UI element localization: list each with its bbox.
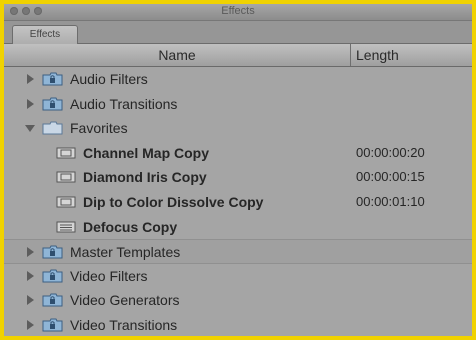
effects-list: Audio Filters Audio Transitions Favorite… xyxy=(4,67,472,336)
item-length: 00:00:00:15 xyxy=(356,169,425,185)
locked-folder-icon xyxy=(42,97,63,111)
disclosure-triangle-icon[interactable] xyxy=(27,319,34,330)
list-item-label: Video Transitions xyxy=(70,316,178,333)
list-item-channel-map-copy[interactable]: Channel Map Copy 00:00:00:20 xyxy=(4,141,472,166)
list-item-label: Audio Transitions xyxy=(70,95,178,112)
item-length: 00:00:01:10 xyxy=(356,193,425,209)
list-item-defocus-copy[interactable]: Defocus Copy xyxy=(4,215,472,240)
disclosure-triangle-icon[interactable] xyxy=(27,270,34,281)
tab-effects[interactable]: Effects xyxy=(12,25,78,44)
list-item-audio-filters[interactable]: Audio Filters xyxy=(4,67,472,92)
list-item-favorites[interactable]: Favorites xyxy=(4,116,472,141)
effect-item-icon xyxy=(56,147,76,159)
list-item-audio-transitions[interactable]: Audio Transitions xyxy=(4,92,472,117)
locked-folder-icon xyxy=(42,245,63,259)
window-title: Effects xyxy=(221,5,255,17)
column-divider[interactable] xyxy=(350,44,351,66)
list-item-label: Video Generators xyxy=(70,292,180,309)
locked-folder-icon xyxy=(42,318,63,332)
disclosure-triangle-open-icon[interactable] xyxy=(25,125,35,133)
effect-item-icon xyxy=(56,196,76,208)
locked-folder-icon xyxy=(42,269,63,283)
effects-browser: Name Length Audio Filters Audio Transiti… xyxy=(4,44,472,336)
filter-item-icon xyxy=(56,221,76,233)
list-item-label: Audio Filters xyxy=(70,71,148,87)
list-item-video-generators[interactable]: Video Generators xyxy=(4,288,472,313)
list-item-video-transitions[interactable]: Video Transitions xyxy=(4,313,472,336)
effects-window: Effects Effects Name Length Audio Filter… xyxy=(0,0,476,340)
list-item-master-templates[interactable]: Master Templates xyxy=(4,239,472,264)
list-item-label: Dip to Color Dissolve Copy xyxy=(83,193,264,210)
list-item-label: Channel Map Copy xyxy=(83,144,210,161)
list-item-dip-to-color-dissolve-copy[interactable]: Dip to Color Dissolve Copy 00:00:01:10 xyxy=(4,190,472,215)
tab-bar: Effects xyxy=(4,21,472,44)
column-header-row: Name Length xyxy=(4,44,472,67)
effect-item-icon xyxy=(56,171,76,183)
locked-folder-icon xyxy=(42,293,63,307)
folder-icon xyxy=(42,121,63,135)
item-length: 00:00:00:20 xyxy=(356,144,425,160)
list-item-label: Diamond Iris Copy xyxy=(83,169,207,186)
disclosure-triangle-icon[interactable] xyxy=(27,295,34,306)
column-header-name[interactable]: Name xyxy=(4,44,350,66)
list-item-label: Favorites xyxy=(70,120,128,137)
list-item-video-filters[interactable]: Video Filters xyxy=(4,264,472,289)
column-header-length[interactable]: Length xyxy=(356,44,399,66)
list-item-label: Defocus Copy xyxy=(83,218,178,235)
disclosure-triangle-icon[interactable] xyxy=(27,247,34,258)
disclosure-triangle-icon[interactable] xyxy=(27,74,34,84)
list-item-diamond-iris-copy[interactable]: Diamond Iris Copy 00:00:00:15 xyxy=(4,165,472,190)
list-item-label: Video Filters xyxy=(70,267,148,284)
title-bar[interactable]: Effects xyxy=(4,4,472,21)
disclosure-triangle-icon[interactable] xyxy=(27,98,34,109)
locked-folder-icon xyxy=(42,72,63,86)
list-item-label: Master Templates xyxy=(70,244,181,261)
